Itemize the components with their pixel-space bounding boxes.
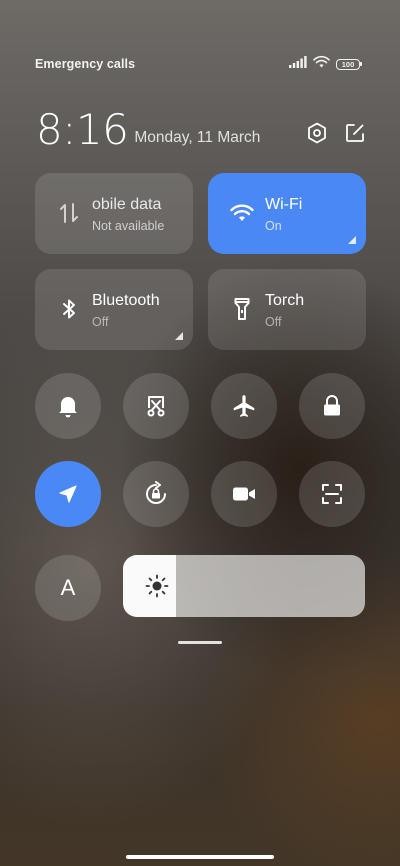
torch-label: Torch <box>265 292 305 309</box>
mobile-data-label: obile data <box>92 196 162 213</box>
date: Monday, 11 March <box>134 129 261 146</box>
wifi-expand-icon[interactable] <box>348 236 356 244</box>
header: 8:16 Monday, 11 March <box>36 104 366 152</box>
battery-icon: 100 <box>336 58 362 70</box>
rotation-lock-toggle[interactable] <box>123 461 189 527</box>
location-toggle[interactable] <box>35 461 101 527</box>
panel-drag-handle[interactable] <box>178 641 222 644</box>
screen-record-icon <box>233 487 255 501</box>
screenshot-toggle[interactable] <box>123 373 189 439</box>
bluetooth-status: Off <box>92 315 109 329</box>
carrier-status-text: Emergency calls o <box>35 57 137 71</box>
wifi-label: Wi-Fi <box>265 196 303 213</box>
scan-toggle[interactable] <box>299 461 365 527</box>
settings-hexagon-icon <box>308 122 326 144</box>
auto-brightness-label: A <box>60 575 76 600</box>
torch-status: Off <box>265 315 282 329</box>
screenshot-icon <box>147 396 165 417</box>
wifi-status: On <box>265 219 282 233</box>
settings-button[interactable] <box>306 122 328 144</box>
torch-tile[interactable]: Torch Off <box>208 269 366 350</box>
header-actions <box>306 122 366 144</box>
clock: 8:16 <box>36 105 129 154</box>
bluetooth-expand-icon[interactable] <box>175 332 183 340</box>
screen-record-toggle[interactable] <box>211 461 277 527</box>
auto-brightness-button[interactable]: A <box>35 555 101 621</box>
brightness-slider[interactable] <box>123 555 365 617</box>
rotation-lock-icon <box>146 481 166 504</box>
lock-screen-toggle[interactable] <box>299 373 365 439</box>
bell-icon <box>59 397 77 418</box>
bluetooth-tile[interactable]: Bluetooth Off <box>35 269 193 350</box>
mobile-data-status: Not available <box>92 219 165 233</box>
bluetooth-label: Bluetooth <box>92 292 160 309</box>
wifi-tile[interactable]: Wi-Fi On <box>208 173 366 254</box>
wifi-icon <box>230 201 254 225</box>
status-bar: Emergency calls o 100 <box>35 55 362 73</box>
silent-toggle[interactable] <box>35 373 101 439</box>
airplane-icon <box>233 395 255 417</box>
airplane-toggle[interactable] <box>211 373 277 439</box>
lock-icon <box>324 395 340 416</box>
location-icon <box>59 485 77 503</box>
signal-icon <box>289 55 307 73</box>
battery-level: 100 <box>336 58 360 70</box>
wifi-status-icon <box>313 55 330 73</box>
status-icons: 100 <box>289 55 362 73</box>
home-indicator[interactable] <box>126 855 274 859</box>
mobile-data-tile[interactable]: obile data Not available <box>35 173 193 254</box>
scan-icon <box>322 484 342 504</box>
edit-icon <box>346 124 364 142</box>
torch-icon <box>230 297 254 321</box>
mobile-data-icon <box>57 201 81 225</box>
edit-button[interactable] <box>344 122 366 144</box>
sun-icon <box>145 574 169 598</box>
bluetooth-icon <box>57 297 81 321</box>
